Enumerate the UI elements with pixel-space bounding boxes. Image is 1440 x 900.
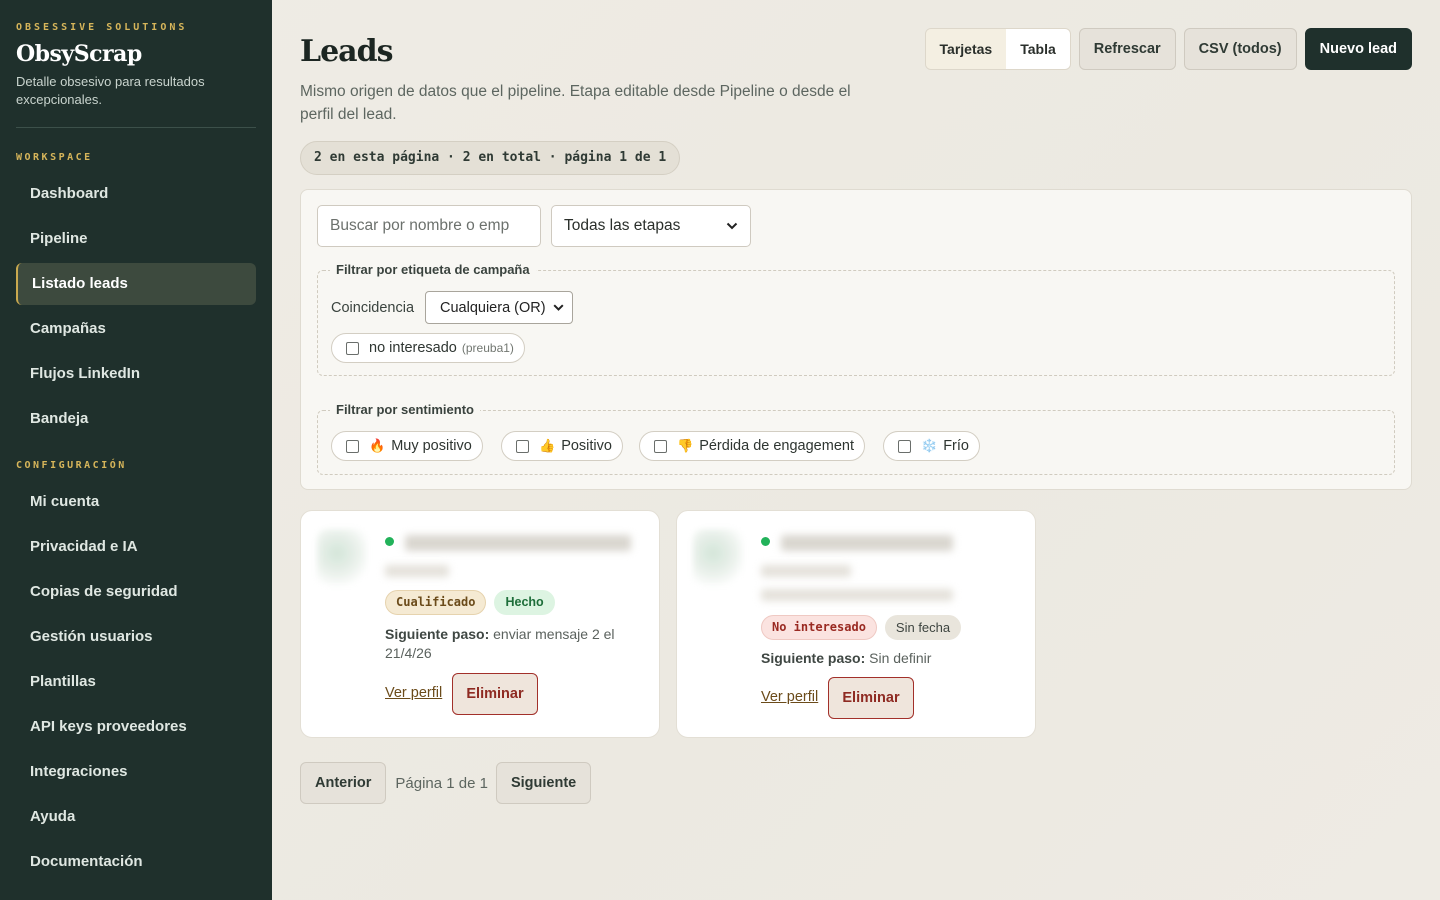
lead-email-redacted	[761, 589, 953, 601]
new-lead-button[interactable]: Nuevo lead	[1304, 28, 1412, 70]
pagination: Anterior Página 1 de 1 Siguiente	[300, 762, 592, 804]
sentiment-chip-positive[interactable]: 👍 Positivo	[501, 431, 623, 461]
sentiment-label: Muy positivo	[391, 438, 472, 454]
sidebar-item-campaigns[interactable]: Campañas	[16, 308, 256, 350]
sidebar-item-user-management[interactable]: Gestión usuarios	[16, 616, 256, 658]
view-profile-link[interactable]: Ver perfil	[761, 689, 818, 705]
view-toggle: Tarjetas Tabla	[924, 28, 1071, 70]
sentiment-filter: Filtrar por sentimiento 🔥 Muy positivo 👍…	[317, 402, 1395, 475]
lead-company-redacted	[385, 565, 449, 577]
page-info: Página 1 de 1	[395, 774, 488, 792]
match-mode-select[interactable]: Cualquiera (OR)	[425, 291, 573, 324]
results-count-badge: 2 en esta página · 2 en total · página 1…	[300, 141, 681, 175]
delete-button[interactable]: Eliminar	[828, 677, 914, 719]
sidebar-item-linkedin-flows[interactable]: Flujos LinkedIn	[16, 353, 256, 395]
lead-badges: No interesado Sin fecha	[761, 615, 962, 640]
page-description: Mismo origen de datos que el pipeline. E…	[300, 83, 851, 123]
fire-icon: 🔥	[369, 438, 386, 453]
sidebar-item-leads-list[interactable]: Listado leads	[16, 263, 256, 305]
checkbox[interactable]	[654, 439, 667, 453]
page-title: Leads	[300, 34, 393, 69]
avatar	[317, 529, 367, 589]
campaign-tag-chip[interactable]: no interesado (preuba1)	[331, 333, 525, 363]
sidebar: OBSESSIVE SOLUTIONS ObsyScrap Detalle ob…	[0, 0, 272, 900]
config-section-label: CONFIGURACIÓN	[16, 460, 127, 471]
toolbar: Tarjetas Tabla Refrescar CSV (todos) Nue…	[924, 28, 1412, 70]
stage-select[interactable]: Todas las etapas	[551, 205, 751, 247]
brand-tagline: Detalle obsesivo para resultados excepci…	[16, 74, 205, 107]
lead-card: No interesado Sin fecha Siguiente paso: …	[676, 510, 1036, 738]
sentiment-chip-cold[interactable]: ❄️ Frío	[883, 431, 980, 461]
checkbox[interactable]	[346, 341, 359, 355]
lead-name-redacted	[405, 535, 631, 551]
next-step-value: Sin definir	[869, 650, 932, 666]
sentiment-label: Frío	[943, 438, 969, 454]
next-step-label: Siguiente paso:	[385, 626, 490, 642]
campaign-filter-legend: Filtrar por etiqueta de campaña	[330, 262, 536, 277]
sentiment-label: Positivo	[561, 438, 612, 454]
status-badge: Sin fecha	[884, 615, 962, 640]
sidebar-item-inbox[interactable]: Bandeja	[16, 398, 256, 440]
sidebar-item-documentation[interactable]: Documentación	[16, 841, 256, 883]
sidebar-item-help[interactable]: Ayuda	[16, 796, 256, 838]
workspace-section-label: WORKSPACE	[16, 152, 93, 163]
match-label: Coincidencia	[331, 300, 415, 316]
campaign-tag-campaign: (preuba1)	[461, 341, 514, 355]
previous-page-button[interactable]: Anterior	[300, 762, 387, 804]
checkbox[interactable]	[346, 439, 359, 453]
next-step: Siguiente paso: Sin definir	[761, 649, 1011, 668]
sentiment-label: Pérdida de engagement	[699, 438, 854, 454]
sentiment-filter-legend: Filtrar por sentimiento	[330, 402, 480, 417]
sidebar-item-backups[interactable]: Copias de seguridad	[16, 571, 256, 613]
filters-panel: Todas las etapas Filtrar por etiqueta de…	[300, 189, 1412, 490]
next-step-label: Siguiente paso:	[761, 650, 866, 666]
chevron-down-icon	[726, 222, 738, 230]
stage-badge: No interesado	[761, 615, 877, 640]
match-mode-value: Cualquiera (OR)	[440, 299, 546, 316]
stage-badge: Cualificado	[385, 590, 487, 615]
sidebar-item-pipeline[interactable]: Pipeline	[16, 218, 256, 260]
campaign-tag-label: no interesado	[369, 340, 457, 356]
view-cards-button[interactable]: Tarjetas	[925, 29, 1007, 69]
sentiment-chip-very-positive[interactable]: 🔥 Muy positivo	[331, 431, 483, 461]
view-table-button[interactable]: Tabla	[1006, 29, 1070, 69]
sidebar-item-integrations[interactable]: Integraciones	[16, 751, 256, 793]
campaign-tag-filter: Filtrar por etiqueta de campaña Coincide…	[317, 262, 1395, 376]
sidebar-item-privacy-ai[interactable]: Privacidad e IA	[16, 526, 256, 568]
search-input[interactable]	[317, 205, 541, 247]
chevron-down-icon	[553, 304, 564, 311]
thumbs-down-icon: 👎	[677, 438, 694, 453]
sidebar-item-api-keys[interactable]: API keys proveedores	[16, 706, 256, 748]
lead-badges: Cualificado Hecho	[385, 590, 555, 615]
checkbox[interactable]	[516, 439, 529, 453]
online-status-icon	[385, 537, 394, 546]
brand-kicker: OBSESSIVE SOLUTIONS	[16, 22, 188, 33]
thumbs-up-icon: 👍	[539, 438, 556, 453]
view-profile-link[interactable]: Ver perfil	[385, 685, 442, 701]
next-step: Siguiente paso: enviar mensaje 2 el 21/4…	[385, 625, 635, 663]
online-status-icon	[761, 537, 770, 546]
snowflake-icon: ❄️	[921, 438, 938, 453]
sentiment-chip-engagement-loss[interactable]: 👎 Pérdida de engagement	[639, 431, 865, 461]
export-csv-button[interactable]: CSV (todos)	[1183, 28, 1297, 70]
lead-card: Cualificado Hecho Siguiente paso: enviar…	[300, 510, 660, 738]
avatar	[693, 529, 743, 589]
next-page-button[interactable]: Siguiente	[495, 762, 592, 804]
brand-logo[interactable]: ObsyScrap	[16, 41, 256, 67]
status-badge: Hecho	[494, 590, 555, 615]
lead-company-redacted	[761, 565, 851, 577]
refresh-button[interactable]: Refrescar	[1078, 28, 1176, 70]
lead-name-redacted	[781, 535, 953, 551]
sidebar-divider	[16, 127, 256, 128]
checkbox[interactable]	[898, 439, 911, 453]
delete-button[interactable]: Eliminar	[452, 673, 538, 715]
sidebar-item-my-account[interactable]: Mi cuenta	[16, 481, 256, 523]
sidebar-item-templates[interactable]: Plantillas	[16, 661, 256, 703]
stage-select-value: Todas las etapas	[564, 217, 681, 234]
sidebar-item-dashboard[interactable]: Dashboard	[16, 173, 256, 215]
